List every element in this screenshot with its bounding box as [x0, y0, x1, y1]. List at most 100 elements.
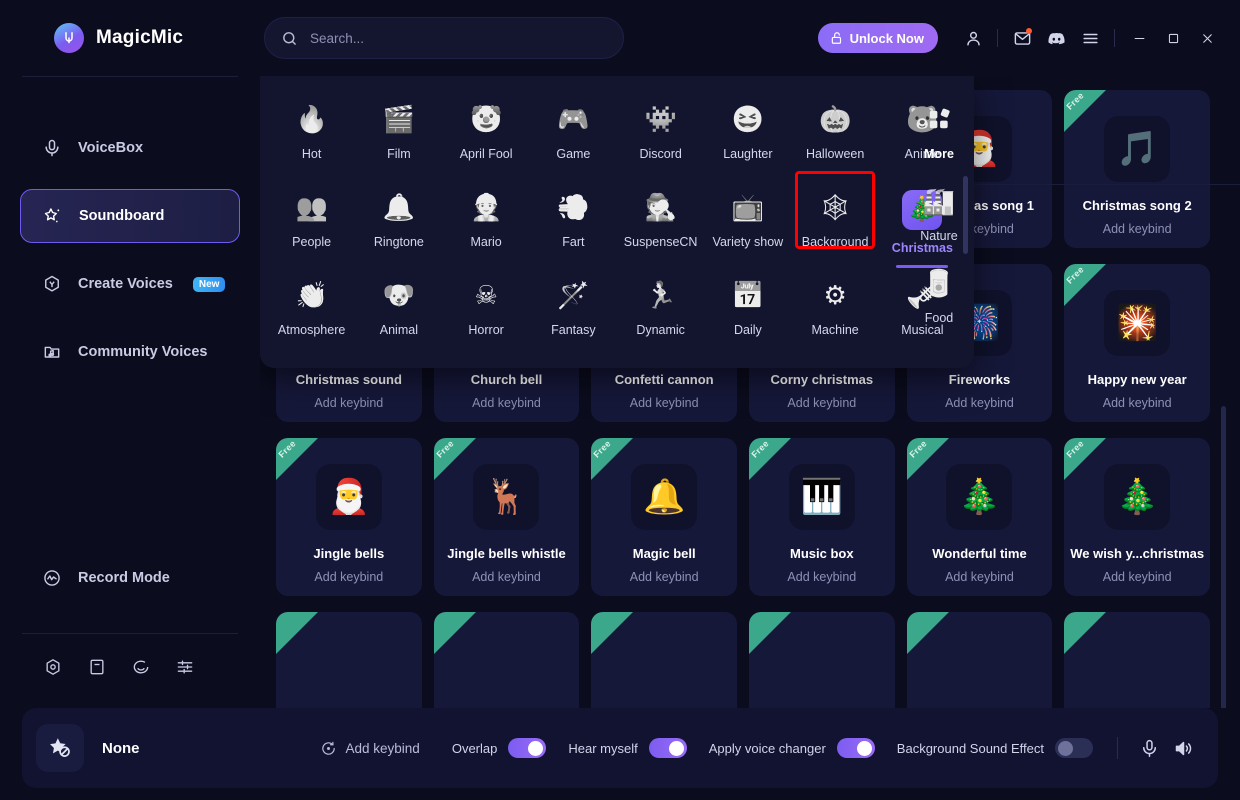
category-label: Nature [920, 229, 958, 243]
sound-keybind[interactable]: Add keybind [630, 570, 699, 584]
main-scrollbar[interactable] [1221, 406, 1226, 708]
category-daily[interactable]: 📅 Daily [704, 270, 791, 352]
sound-card-jingle-bells-whistle[interactable]: Free 🦌 Jingle bells whistle Add keybind [433, 438, 580, 596]
free-ribbon [591, 612, 634, 654]
sound-card-we-wish-you-christmas[interactable]: Free 🎄 We wish y...christmas Add keybind [1064, 438, 1210, 596]
category-overflow-column: More 🏭 Nature 🥫 Food [908, 94, 970, 340]
category-fantasy[interactable]: 🪄 Fantasy [530, 270, 617, 352]
sound-keybind[interactable]: Add keybind [945, 396, 1014, 410]
sound-card[interactable] [276, 612, 422, 708]
category-mario[interactable]: 👷 Mario [443, 182, 530, 264]
sound-card-wonderful-time[interactable]: Free 🎄 Wonderful time Add keybind [906, 438, 1053, 596]
hear-myself-toggle[interactable] [648, 738, 687, 758]
account-icon[interactable] [956, 21, 990, 55]
settings-hex-icon[interactable] [42, 656, 64, 678]
divider [1114, 29, 1115, 47]
sound-keybind[interactable]: Add keybind [1103, 570, 1172, 584]
category-april-fool[interactable]: 🤡 April Fool [443, 94, 530, 176]
add-keybind-button[interactable]: Add keybind [320, 740, 420, 757]
category-background[interactable]: 🕸 Background [792, 182, 879, 264]
sidebar-item-community-voices[interactable]: Community Voices [20, 325, 240, 379]
mail-icon[interactable] [1005, 21, 1039, 55]
sound-card[interactable] [749, 612, 895, 708]
category-label: Food [924, 311, 954, 325]
feedback-chat-icon[interactable] [130, 656, 152, 678]
sound-title: Corny christmas [770, 372, 874, 387]
category-ringtone[interactable]: 🔔 Ringtone [355, 182, 442, 264]
category-machine[interactable]: ⚙ Machine [792, 270, 879, 352]
close-button[interactable] [1190, 21, 1224, 55]
sound-card-magic-bell[interactable]: Free 🔔 Magic bell Add keybind [591, 438, 737, 596]
sparkle-icon [44, 208, 60, 223]
bottom-divider [1117, 737, 1118, 759]
sound-thumbnail: 🎄 [946, 464, 1013, 530]
sound-card-jingle-bells[interactable]: Free 🎅 Jingle bells Add keybind [276, 438, 422, 596]
category-more[interactable]: More [908, 94, 970, 176]
sound-title: Confetti cannon [614, 372, 714, 387]
sound-keybind[interactable]: Add keybind [1103, 396, 1172, 410]
sound-card[interactable] [1064, 612, 1210, 708]
category-people[interactable]: 👥 People [268, 182, 355, 264]
minimize-button[interactable] [1122, 21, 1156, 55]
sidebar-item-soundboard[interactable]: Soundboard [20, 189, 240, 243]
discord-icon[interactable] [1039, 21, 1073, 55]
sound-card-music-box[interactable]: Free 🎹 Music box Add keybind [749, 438, 895, 596]
sound-keybind[interactable]: Add keybind [945, 570, 1014, 584]
category-film[interactable]: 🎬 Film [355, 94, 442, 176]
maximize-button[interactable] [1156, 21, 1190, 55]
sound-keybind[interactable]: Add keybind [1103, 222, 1172, 236]
food-icon: 🥫 [922, 268, 956, 298]
category-laughter[interactable]: 😆 Laughter [704, 94, 791, 176]
sound-keybind[interactable]: Add keybind [630, 396, 699, 410]
free-ribbon [433, 612, 476, 654]
category-label: More [924, 147, 954, 161]
category-game[interactable]: 🎮 Game [530, 94, 617, 176]
sound-card-happy-new-year[interactable]: Free 🎇 Happy new year Add keybind [1064, 264, 1210, 422]
search-box[interactable] [264, 17, 624, 59]
category-variety-show[interactable]: 📺 Variety show [704, 182, 791, 264]
sound-keybind[interactable]: Add keybind [787, 570, 856, 584]
add-keybind-label: Add keybind [345, 740, 420, 756]
category-atmosphere[interactable]: 👏 Atmosphere [268, 270, 355, 352]
sound-keybind[interactable]: Add keybind [472, 570, 541, 584]
menu-icon[interactable] [1073, 21, 1107, 55]
category-horror[interactable]: ☠ Horror [443, 270, 530, 352]
app-logo-icon [54, 23, 84, 53]
unlock-now-button[interactable]: Unlock Now [817, 23, 938, 53]
bottom-toolbar: None Add keybind Overlap Hear myself App… [22, 708, 1218, 788]
speaker-icon[interactable] [1166, 731, 1200, 765]
sidebar-item-record-mode[interactable]: Record Mode [20, 551, 240, 605]
skull-icon: ☠ [474, 280, 498, 310]
mixer-icon[interactable] [174, 656, 196, 678]
category-label: Daily [733, 323, 762, 337]
category-halloween[interactable]: 🎃 Halloween [792, 94, 879, 176]
category-panel-scrollbar[interactable] [963, 176, 968, 254]
notification-dot [1026, 28, 1032, 34]
sound-card[interactable] [433, 612, 580, 708]
background-sound-effect-toggle[interactable] [1055, 738, 1093, 758]
sound-keybind[interactable]: Add keybind [472, 396, 541, 410]
sound-card[interactable] [591, 612, 737, 708]
microphone-icon[interactable] [1132, 731, 1166, 765]
sound-keybind[interactable]: Add keybind [787, 396, 856, 410]
apply-voice-changer-toggle[interactable] [836, 738, 875, 758]
category-fart[interactable]: 💨 Fart [530, 182, 617, 264]
wind-icon: 💨 [557, 192, 590, 222]
category-food[interactable]: 🥫 Food [908, 258, 970, 340]
category-label: People [292, 235, 332, 249]
category-nature[interactable]: 🏭 Nature [908, 176, 970, 258]
sound-keybind[interactable]: Add keybind [314, 396, 383, 410]
category-hot[interactable]: 🔥 Hot [268, 94, 355, 176]
search-input[interactable] [310, 30, 607, 46]
sound-card[interactable] [906, 612, 1053, 708]
tutorial-icon[interactable] [86, 656, 108, 678]
category-dynamic[interactable]: 🏃 Dynamic [617, 270, 704, 352]
sidebar-item-create-voices[interactable]: Create Voices New [20, 257, 240, 311]
category-suspensecn[interactable]: 🕵 SuspenseCN [617, 182, 704, 264]
sound-keybind[interactable]: Add keybind [314, 570, 383, 584]
category-animal[interactable]: 🐶 Animal [355, 270, 442, 352]
sidebar-item-voicebox[interactable]: VoiceBox [20, 121, 240, 175]
spider-icon: 🕸 [818, 192, 852, 222]
overlap-toggle[interactable] [508, 738, 547, 758]
category-discord[interactable]: 👾 Discord [617, 94, 704, 176]
